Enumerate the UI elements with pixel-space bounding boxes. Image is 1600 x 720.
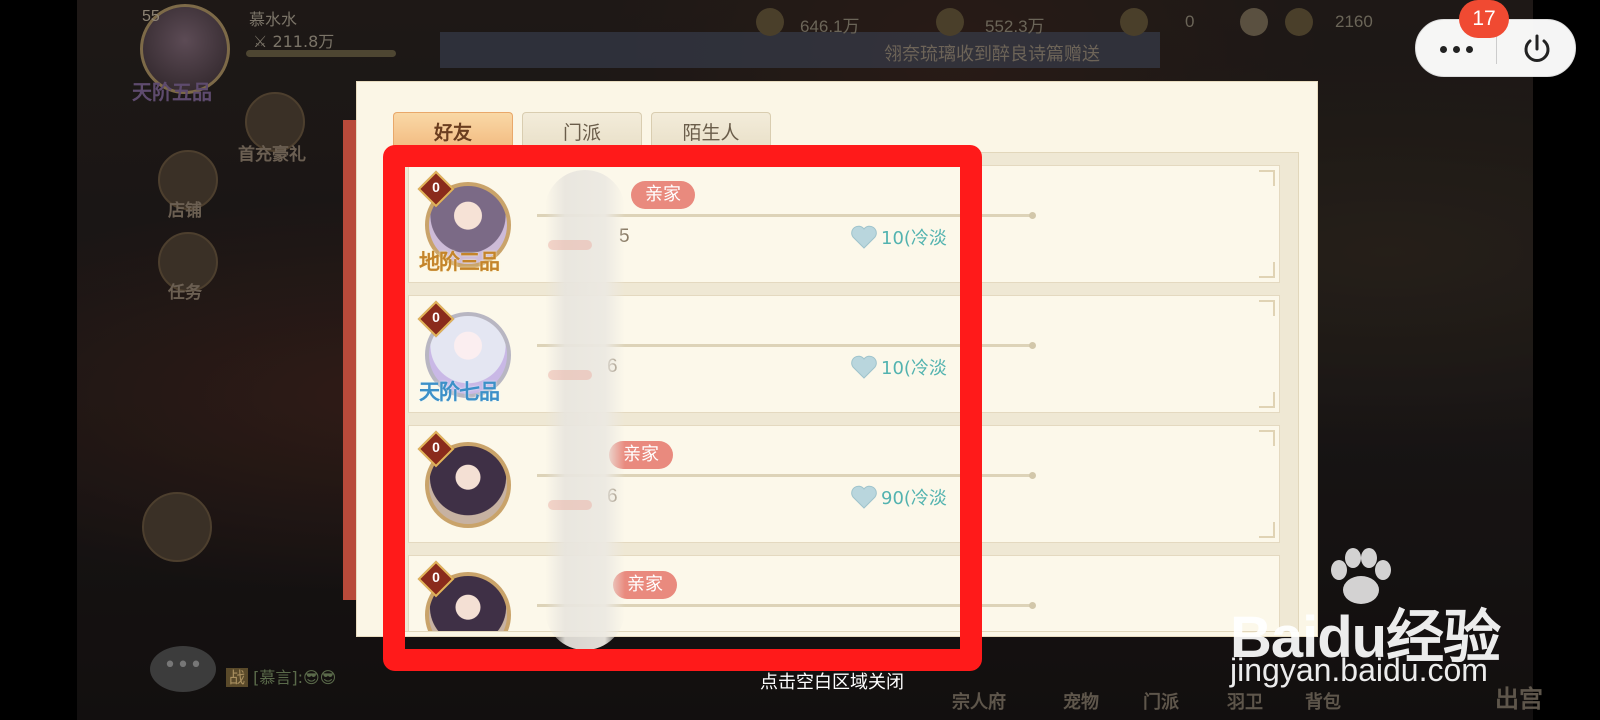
friend-rank: 天阶七品 [419, 379, 500, 404]
card-corner-ornament [1259, 430, 1275, 446]
tab-friends[interactable]: 好友 [393, 112, 513, 152]
ingot-icon [1285, 8, 1313, 36]
crossed-swords-icon: ⚔ [253, 32, 273, 51]
silver-icon [936, 8, 964, 36]
add-currency-icon[interactable] [1240, 8, 1268, 36]
friend-card[interactable]: 0 亲家 6 90(冷淡 [408, 425, 1280, 543]
card-corner-ornament [1259, 262, 1275, 278]
relation-tag[interactable]: 亲家 [631, 181, 695, 209]
companion-avatar-button[interactable] [142, 492, 212, 562]
silver-value: 552.3万 [985, 17, 1045, 36]
exit-power-icon[interactable] [1497, 20, 1577, 78]
bottom-tab-clan-office[interactable]: 宗人府 [952, 688, 1006, 714]
vip-level: 0 [432, 569, 440, 585]
player-name: 慕水水 [249, 10, 298, 29]
announcement-text: 翎奈琉璃收到醉良诗篇赠送 [884, 44, 1100, 65]
friend-card[interactable]: 0 地阶三品 亲家 5 10(冷淡 [408, 165, 1280, 283]
player-power: ⚔ 211.8万 [253, 28, 334, 52]
bottom-tab-leave-palace[interactable]: 出宫 [1495, 679, 1543, 714]
heart-icon [851, 355, 877, 379]
heart-icon [851, 485, 877, 509]
friend-list[interactable]: 0 地阶三品 亲家 5 10(冷淡 0 天阶七品 6 10(冷淡 [387, 152, 1299, 632]
bottom-tab-pets[interactable]: 宠物 [1063, 688, 1099, 714]
card-corner-ornament [1259, 392, 1275, 408]
power-bar [246, 50, 396, 57]
notification-badge: 17 [1459, 0, 1509, 38]
bottom-tab-backpack[interactable]: 背包 [1305, 688, 1341, 714]
card-corner-ornament [1259, 170, 1275, 186]
exp-icon [756, 8, 784, 36]
tab-sect[interactable]: 门派 [522, 112, 642, 152]
blurred-level-label [548, 370, 592, 380]
blurred-level-label [548, 240, 592, 250]
intimacy-value: 10(冷淡 [881, 228, 947, 249]
gold-icon [1120, 8, 1148, 36]
intimacy-value: 10(冷淡 [881, 358, 947, 379]
dialog-edge-decoration [343, 120, 357, 600]
tab-strangers[interactable]: 陌生人 [651, 112, 771, 152]
ingot-value: 2160 [1335, 12, 1373, 31]
exp-value: 646.1万 [800, 17, 860, 36]
chat-preview: 战 [慕言]:😎😎 [226, 664, 336, 688]
shop-label: 店铺 [168, 201, 202, 221]
friend-card[interactable]: 0 天阶七品 6 10(冷淡 [408, 295, 1280, 413]
heart-icon [851, 225, 877, 249]
power-value: 211.8万 [272, 32, 335, 51]
chat-channel: 战 [226, 668, 249, 687]
player-level: 55 [142, 8, 160, 25]
vip-level: 0 [432, 309, 440, 325]
task-label: 任务 [168, 283, 202, 303]
blurred-level-label [548, 500, 592, 510]
friends-dialog: 好友 门派 陌生人 0 地阶三品 亲家 5 10(冷淡 0 天阶七品 [356, 81, 1318, 637]
friend-rank: 地阶三品 [419, 249, 500, 274]
chat-icon[interactable]: ••• [150, 646, 216, 692]
bottom-tab-guards[interactable]: 羽卫 [1227, 688, 1263, 714]
friend-card[interactable]: 0 亲家 [408, 555, 1280, 631]
card-corner-ornament [1259, 522, 1275, 538]
vip-level: 0 [432, 439, 440, 455]
card-corner-ornament [1259, 300, 1275, 316]
first-charge-label: 首充豪礼 [238, 145, 306, 165]
bottom-tab-sect[interactable]: 门派 [1143, 688, 1179, 714]
vip-level: 0 [432, 179, 440, 195]
gold-value: 0 [1185, 12, 1195, 31]
intimacy-value: 90(冷淡 [881, 488, 947, 509]
chat-message: [慕言]:😎😎 [253, 668, 337, 687]
close-hint[interactable]: 点击空白区域关闭 [760, 668, 904, 694]
player-rank: 天阶五品 [132, 80, 212, 104]
watermark-url: jingyan.baidu.com [1230, 652, 1488, 688]
